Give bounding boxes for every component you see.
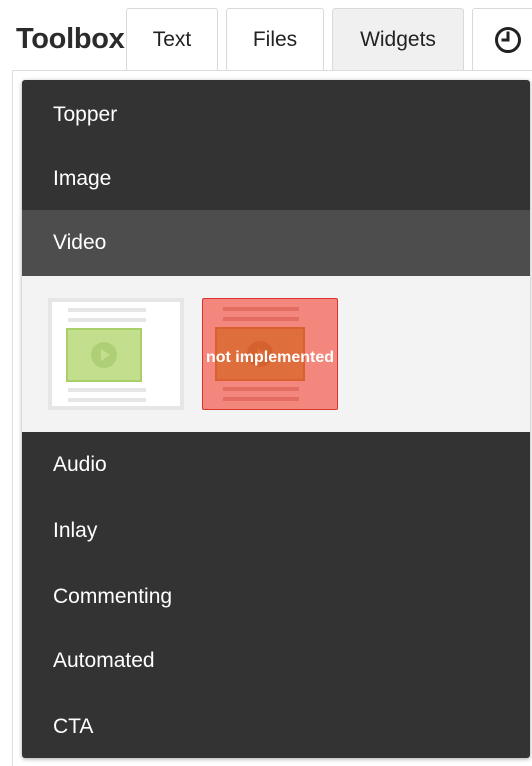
placeholder-line — [223, 307, 299, 311]
not-implemented-label: not implemented — [205, 349, 334, 366]
widget-item-cta[interactable]: CTA — [22, 694, 530, 758]
placeholder-line — [223, 317, 299, 321]
tab-text[interactable]: Text — [126, 8, 218, 70]
placeholder-line — [68, 308, 146, 312]
toolbox-root: Toolbox Text Files Widgets Topper Image … — [0, 0, 532, 766]
placeholder-line — [68, 388, 146, 392]
video-preview — [66, 328, 142, 382]
placeholder-line — [68, 318, 146, 322]
video-options-panel: not implemented — [22, 276, 530, 432]
widget-item-video[interactable]: Video — [22, 210, 530, 276]
placeholder-line — [223, 397, 299, 401]
widget-item-topper[interactable]: Topper — [22, 82, 530, 148]
widget-item-inlay[interactable]: Inlay — [22, 498, 530, 564]
tab-widgets[interactable]: Widgets — [332, 8, 464, 70]
widget-list: Topper Image Video not implemented Audio… — [22, 80, 530, 758]
video-widget-thumbnail[interactable] — [48, 298, 184, 410]
clock-icon — [495, 26, 521, 53]
tab-files[interactable]: Files — [226, 8, 324, 70]
widget-item-image[interactable]: Image — [22, 146, 530, 212]
widget-item-commenting[interactable]: Commenting — [22, 564, 530, 630]
placeholder-line — [68, 398, 146, 402]
play-icon — [91, 342, 117, 368]
tab-history[interactable] — [472, 8, 532, 70]
video-widget-unimplemented[interactable]: not implemented — [202, 298, 338, 410]
placeholder-line — [223, 387, 299, 391]
widget-item-audio[interactable]: Audio — [22, 432, 530, 498]
page-title: Toolbox — [16, 23, 125, 55]
widget-item-automated[interactable]: Automated — [22, 628, 530, 694]
